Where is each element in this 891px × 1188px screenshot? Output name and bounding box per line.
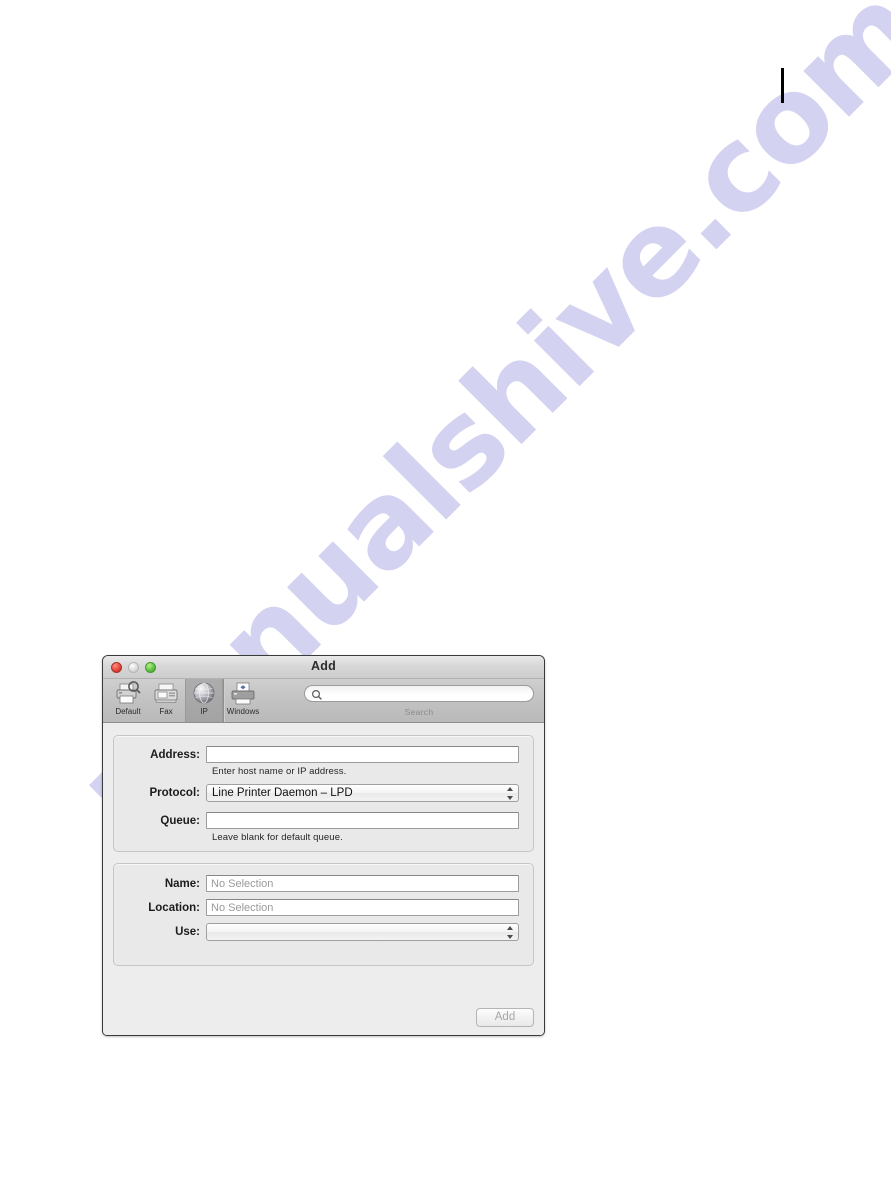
connection-settings-panel: Address: Enter host name or IP address. …: [113, 735, 534, 852]
window-title: Add: [311, 659, 336, 673]
address-row: Address:: [126, 746, 519, 763]
tab-ip[interactable]: IP: [185, 679, 223, 722]
use-label: Use:: [175, 926, 200, 938]
page-edge-mark: [781, 68, 784, 103]
fax-machine-icon: [152, 681, 180, 706]
search-input[interactable]: [325, 687, 527, 701]
name-label: Name:: [164, 877, 200, 890]
queue-row: Queue:: [126, 812, 519, 829]
add-printer-window: Add Default Fax IP Windows Search Addres…: [102, 655, 545, 1036]
location-row: Location:: [126, 899, 519, 916]
window-toolbar: Default Fax IP Windows Search: [103, 679, 544, 723]
add-button[interactable]: Add: [476, 1008, 534, 1027]
toolbar-search: Search: [304, 685, 534, 717]
tab-default-label: Default: [115, 707, 141, 716]
location-label: Location:: [148, 901, 200, 914]
protocol-row: Protocol: Line Printer Daemon – LPD: [126, 784, 519, 802]
toolbar-tabs: Default Fax IP Windows: [109, 679, 262, 722]
search-icon: [311, 688, 323, 700]
chevron-updown-icon: [506, 787, 514, 800]
tab-fax-label: Fax: [159, 707, 173, 716]
tab-windows-label: Windows: [226, 707, 260, 716]
address-label: Address:: [150, 748, 200, 761]
globe-icon: [190, 681, 218, 706]
search-field[interactable]: [304, 685, 534, 702]
name-row: Name:: [126, 875, 519, 892]
printer-magnifier-icon: [114, 681, 142, 706]
queue-label: Queue:: [160, 814, 200, 827]
protocol-select[interactable]: Line Printer Daemon – LPD: [206, 784, 519, 802]
protocol-label: Protocol:: [149, 787, 200, 799]
queue-hint: Leave blank for default queue.: [212, 832, 343, 843]
tab-windows[interactable]: Windows: [224, 679, 262, 722]
address-hint: Enter host name or IP address.: [212, 766, 347, 777]
address-input[interactable]: [206, 746, 519, 763]
tab-default[interactable]: Default: [109, 679, 147, 722]
window-footer: Add: [113, 1008, 534, 1027]
window-titlebar: Add: [103, 656, 544, 679]
printer-network-icon: [229, 681, 257, 706]
tab-fax[interactable]: Fax: [147, 679, 185, 722]
use-row: Use:: [126, 923, 519, 941]
queue-input[interactable]: [206, 812, 519, 829]
search-caption: Search: [404, 707, 434, 717]
printer-info-panel: Name: Location: Use:: [113, 863, 534, 966]
window-body: Address: Enter host name or IP address. …: [103, 723, 544, 1035]
tab-ip-label: IP: [200, 707, 208, 716]
location-input[interactable]: [206, 899, 519, 916]
use-select[interactable]: [206, 923, 519, 941]
protocol-selected-value: Line Printer Daemon – LPD: [212, 787, 353, 799]
chevron-updown-icon: [506, 926, 514, 939]
name-input[interactable]: [206, 875, 519, 892]
